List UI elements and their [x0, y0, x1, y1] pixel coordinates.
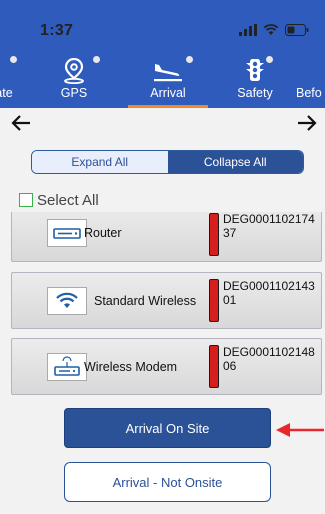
expand-collapse-segmented-control: Expand All Collapse All — [31, 150, 304, 174]
list-item[interactable]: Router DEG000110217437 — [11, 212, 322, 262]
tab-bar: ate GPS Arrival — [0, 52, 325, 108]
device-code: DEG000110217437 — [223, 212, 315, 240]
tab-gps[interactable]: GPS — [40, 52, 108, 108]
status-indicator — [209, 213, 219, 256]
badge-dot — [266, 56, 273, 63]
signal-icon — [239, 24, 257, 36]
active-tab-indicator — [128, 105, 208, 108]
tab-label: Befo — [296, 86, 322, 100]
device-name: Router — [84, 226, 122, 240]
modem-icon — [47, 352, 87, 381]
location-pin-icon — [64, 58, 84, 84]
list-item[interactable]: Standard Wireless DEG000110214301 — [11, 272, 322, 329]
badge-dot — [10, 56, 17, 63]
device-code: DEG000110214301 — [223, 279, 315, 307]
battery-icon — [285, 24, 309, 36]
device-list: Router DEG000110217437 Standard Wireless… — [0, 212, 325, 400]
tab-label: Arrival — [150, 86, 186, 100]
status-indicator — [209, 345, 219, 388]
wifi-status-icon — [263, 24, 279, 35]
arrival-not-onsite-button[interactable]: Arrival - Not Onsite — [64, 462, 271, 502]
device-name: Standard Wireless — [94, 293, 197, 308]
airplane-landing-icon — [154, 64, 182, 82]
tab-label: GPS — [60, 86, 88, 100]
header-bar: 1:37 ate GPS — [0, 0, 325, 108]
router-icon — [47, 219, 87, 247]
select-all-label: Select All — [37, 191, 99, 209]
status-time: 1:37 — [40, 22, 74, 39]
tab-previous-partial[interactable]: ate — [0, 52, 24, 108]
select-all-row[interactable]: Select All — [19, 189, 99, 211]
wifi-icon — [47, 286, 87, 315]
device-name: Wireless Modem — [84, 359, 178, 374]
arrow-callout-icon — [276, 423, 324, 437]
arrow-right-icon[interactable] — [296, 112, 318, 134]
status-icons — [239, 22, 309, 38]
traffic-light-icon — [246, 59, 264, 81]
device-code: DEG000110214806 — [223, 345, 315, 373]
badge-dot — [186, 56, 193, 63]
select-all-checkbox[interactable] — [19, 193, 33, 207]
badge-dot — [93, 56, 100, 63]
collapse-all-button[interactable]: Collapse All — [167, 151, 303, 173]
tab-label: Safety — [237, 86, 273, 100]
list-item[interactable]: Wireless Modem DEG000110214806 — [11, 338, 322, 395]
arrow-left-icon[interactable] — [10, 112, 32, 134]
expand-all-button[interactable]: Expand All — [32, 151, 168, 173]
tab-next-partial[interactable]: Befo — [296, 52, 325, 108]
arrival-on-site-button[interactable]: Arrival On Site — [64, 408, 271, 448]
tab-arrival[interactable]: Arrival — [128, 52, 208, 108]
status-indicator — [209, 279, 219, 322]
step-navigation — [0, 110, 325, 142]
tab-label: ate — [0, 86, 13, 100]
tab-safety[interactable]: Safety — [220, 52, 290, 108]
